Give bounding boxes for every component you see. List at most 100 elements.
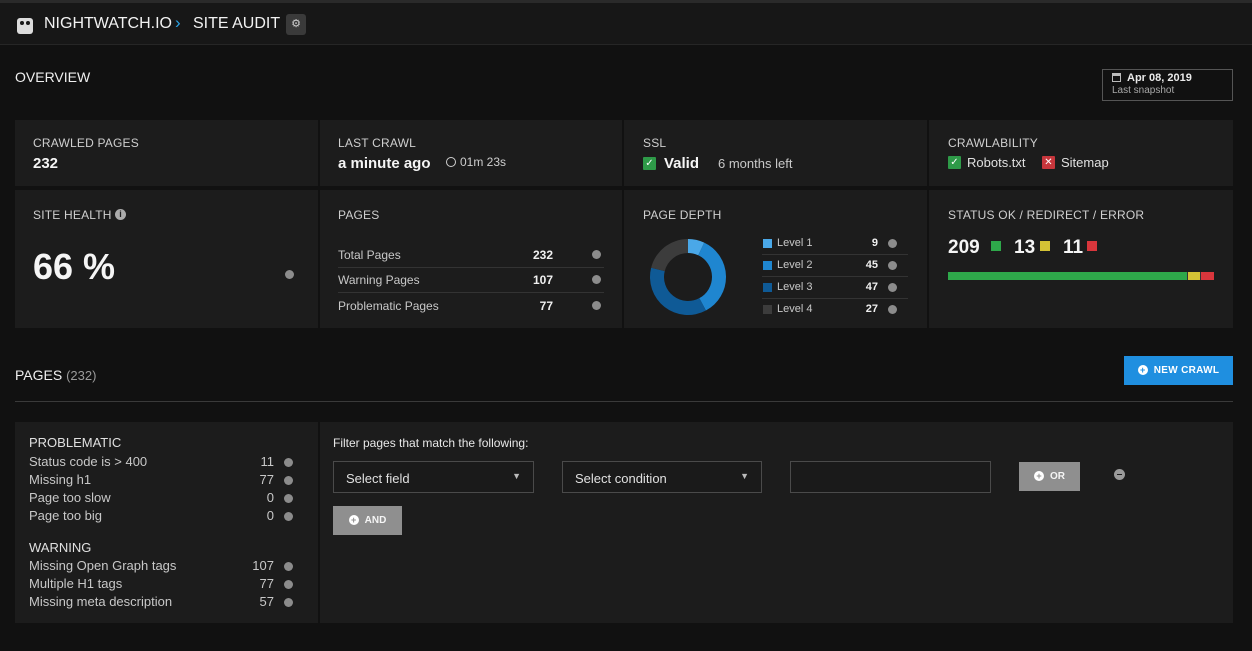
- depth-level-3[interactable]: Level 3 47: [762, 277, 908, 299]
- clock-icon: [446, 157, 456, 167]
- crawl-duration: 01m 23s: [446, 155, 506, 169]
- filter-name: Missing Open Graph tags: [29, 558, 177, 573]
- filter-count: 77: [259, 576, 274, 591]
- legend-swatch: [763, 305, 772, 314]
- last-crawl-label: LAST CRAWL: [338, 136, 417, 150]
- filter-status-code[interactable]: Status code is > 400 11: [29, 454, 293, 472]
- and-button[interactable]: + AND: [333, 506, 402, 535]
- filter-page-too-big[interactable]: Page too big 0: [29, 508, 293, 526]
- plus-icon: +: [348, 515, 359, 525]
- depth-level-4[interactable]: Level 4 27: [762, 299, 908, 321]
- breadcrumb-chevron-icon: ›: [175, 13, 181, 32]
- ssl-card: SSL ✓ Valid 6 months left: [624, 120, 927, 186]
- filter-missing-meta-desc[interactable]: Missing meta description 57: [29, 594, 293, 612]
- status-dot: [592, 301, 601, 310]
- warning-heading: WARNING: [29, 540, 92, 555]
- depth-level-1[interactable]: Level 1 9: [762, 233, 908, 255]
- status-dot: [284, 458, 293, 467]
- pages-row-name: Warning Pages: [338, 273, 420, 287]
- ssl-label: SSL: [643, 136, 667, 150]
- filter-count: 77: [259, 472, 274, 487]
- filter-count: 11: [260, 454, 275, 469]
- donut-slice-level-4[interactable]: [651, 239, 688, 272]
- pages-title-text: PAGES: [15, 367, 63, 383]
- section-divider: [15, 401, 1233, 402]
- snapshot-label: Last snapshot: [1112, 85, 1175, 96]
- crawled-pages-card: CRAWLED PAGES 232: [15, 120, 318, 186]
- filter-missing-og-tags[interactable]: Missing Open Graph tags 107: [29, 558, 293, 576]
- status-dot: [284, 580, 293, 589]
- snapshot-date-picker[interactable]: Apr 08, 2019 Last snapshot: [1102, 69, 1233, 101]
- or-button[interactable]: + OR: [1019, 462, 1080, 491]
- crawled-pages-label: CRAWLED PAGES: [33, 136, 139, 150]
- status-dot: [284, 494, 293, 503]
- page-depth-label: PAGE DEPTH: [643, 208, 722, 222]
- condition-select-value: Select condition: [575, 471, 667, 486]
- owl-logo-icon[interactable]: [17, 18, 33, 34]
- top-bar: NIGHTWATCH.IO › SITE AUDIT ⚙: [0, 0, 1252, 45]
- filter-missing-h1[interactable]: Missing h1 77: [29, 472, 293, 490]
- filter-name: Page too big: [29, 508, 103, 523]
- pages-label: PAGES: [338, 208, 380, 222]
- status-dot: [284, 562, 293, 571]
- pages-row-total[interactable]: Total Pages 232: [338, 243, 604, 268]
- filter-value-input[interactable]: [790, 461, 991, 493]
- info-icon[interactable]: i: [115, 209, 126, 220]
- pages-row-problematic[interactable]: Problematic Pages 77: [338, 294, 604, 319]
- pages-row-warning[interactable]: Warning Pages 107: [338, 268, 604, 293]
- and-label: AND: [364, 515, 387, 526]
- filter-multiple-h1[interactable]: Multiple H1 tags 77: [29, 576, 293, 594]
- status-error-swatch: [1087, 241, 1097, 251]
- site-health-value: 66 %: [33, 246, 116, 287]
- pages-section-title: PAGES (232): [15, 367, 96, 383]
- legend-swatch: [763, 283, 772, 292]
- status-dot: [284, 598, 293, 607]
- filter-name: Page too slow: [29, 490, 111, 505]
- calendar-icon: [1112, 73, 1121, 82]
- pages-row-name: Problematic Pages: [338, 299, 439, 313]
- donut-slice-level-3[interactable]: [650, 267, 706, 315]
- status-label: STATUS OK / REDIRECT / ERROR: [948, 208, 1145, 222]
- level-name: Level 2: [777, 259, 813, 271]
- sitemap-link[interactable]: Sitemap: [1061, 155, 1109, 170]
- sitemap-missing-x-icon: ✕: [1042, 156, 1055, 169]
- new-crawl-button[interactable]: + NEW CRAWL: [1124, 356, 1233, 385]
- site-health-status-dot: [285, 270, 294, 279]
- last-crawl-value: a minute ago: [338, 155, 431, 172]
- filter-count: 0: [266, 508, 274, 523]
- status-dot: [888, 283, 897, 292]
- filter-count: 57: [259, 594, 274, 609]
- status-dot: [888, 305, 897, 314]
- robots-check-icon: ✓: [948, 156, 961, 169]
- level-value: 47: [865, 281, 878, 293]
- site-health-card: SITE HEALTH i 66 %: [15, 190, 318, 328]
- last-crawl-card: LAST CRAWL a minute ago 01m 23s: [320, 120, 622, 186]
- filter-count: 107: [252, 558, 274, 573]
- status-redirect-swatch: [1040, 241, 1050, 251]
- breadcrumb-site-audit: SITE AUDIT: [193, 15, 281, 32]
- settings-gear-icon[interactable]: ⚙: [286, 14, 306, 35]
- donut-slice-level-2[interactable]: [698, 242, 726, 311]
- level-value: 45: [865, 259, 878, 271]
- filter-page-too-slow[interactable]: Page too slow 0: [29, 490, 293, 508]
- status-ok-swatch: [991, 241, 1001, 251]
- brand-name[interactable]: NIGHTWATCH.IO: [44, 15, 172, 33]
- robots-txt-link[interactable]: Robots.txt: [967, 155, 1026, 170]
- field-select-value: Select field: [346, 471, 410, 486]
- filter-heading: Filter pages that match the following:: [333, 436, 529, 450]
- level-name: Level 1: [777, 237, 813, 249]
- pages-row-value: 77: [539, 299, 553, 313]
- condition-select[interactable]: Select condition ▼: [562, 461, 762, 493]
- status-bar-error: [1201, 272, 1214, 280]
- filter-count: 0: [266, 490, 274, 505]
- plus-icon: +: [1137, 365, 1148, 375]
- pages-row-name: Total Pages: [338, 248, 401, 262]
- overview-title: OVERVIEW: [15, 69, 91, 85]
- crawlability-card: CRAWLABILITY ✓ Robots.txt ✕ Sitemap: [929, 120, 1233, 186]
- ssl-status: Valid: [664, 155, 700, 172]
- remove-filter-icon[interactable]: [1114, 469, 1125, 480]
- depth-level-2[interactable]: Level 2 45: [762, 255, 908, 277]
- pages-row-value: 232: [532, 248, 553, 262]
- field-select[interactable]: Select field ▼: [333, 461, 534, 493]
- or-label: OR: [1050, 471, 1065, 482]
